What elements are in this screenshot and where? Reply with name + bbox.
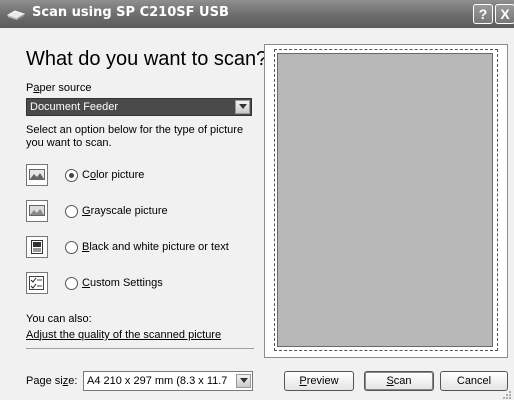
- black-white-label[interactable]: Black and white picture or text: [82, 241, 229, 253]
- scan-dialog: Scan using SP C210SF USB ? X What do you…: [0, 0, 514, 400]
- cancel-button[interactable]: Cancel: [440, 371, 508, 391]
- resize-grip-icon[interactable]: [502, 390, 512, 400]
- separator: [26, 348, 254, 349]
- adjust-quality-link[interactable]: Adjust the quality of the scanned pictur…: [26, 329, 221, 341]
- title-bar[interactable]: Scan using SP C210SF USB ? X: [0, 0, 514, 28]
- black-white-text-icon[interactable]: [26, 236, 48, 258]
- custom-settings-label[interactable]: Custom Settings: [82, 277, 163, 289]
- grayscale-picture-radio[interactable]: [65, 205, 78, 218]
- preview-page: [277, 53, 493, 347]
- preview-button[interactable]: Preview: [284, 371, 354, 391]
- color-photo-icon[interactable]: [26, 164, 48, 186]
- custom-settings-icon[interactable]: [26, 272, 48, 294]
- close-button[interactable]: X: [495, 4, 514, 24]
- help-button[interactable]: ?: [473, 4, 493, 24]
- options-description: Select an option below for the type of p…: [26, 124, 244, 149]
- page-size-value: A4 210 x 297 mm (8.3 x 11.7 inc: [87, 375, 227, 387]
- also-label: You can also:: [26, 313, 92, 325]
- chevron-down-icon[interactable]: [236, 374, 251, 388]
- page-size-label: Page size:: [26, 375, 78, 387]
- page-size-select[interactable]: A4 210 x 297 mm (8.3 x 11.7 inc: [83, 371, 253, 391]
- scanner-icon: [6, 10, 26, 20]
- paper-source-label: Paper source: [26, 82, 92, 94]
- paper-source-value: Document Feeder: [30, 101, 119, 113]
- black-white-radio[interactable]: [65, 241, 78, 254]
- custom-settings-radio[interactable]: [65, 277, 78, 290]
- paper-source-select[interactable]: Document Feeder: [26, 98, 252, 116]
- chevron-down-icon[interactable]: [235, 100, 250, 114]
- page-title: What do you want to scan?: [26, 48, 268, 70]
- scan-button[interactable]: Scan: [364, 371, 434, 391]
- grayscale-photo-icon[interactable]: [26, 200, 48, 222]
- preview-area[interactable]: [264, 44, 508, 358]
- color-picture-radio[interactable]: [65, 169, 78, 182]
- grayscale-picture-label[interactable]: Grayscale picture: [82, 205, 168, 217]
- color-picture-label[interactable]: Color picture: [82, 169, 144, 181]
- window-title: Scan using SP C210SF USB: [32, 5, 229, 20]
